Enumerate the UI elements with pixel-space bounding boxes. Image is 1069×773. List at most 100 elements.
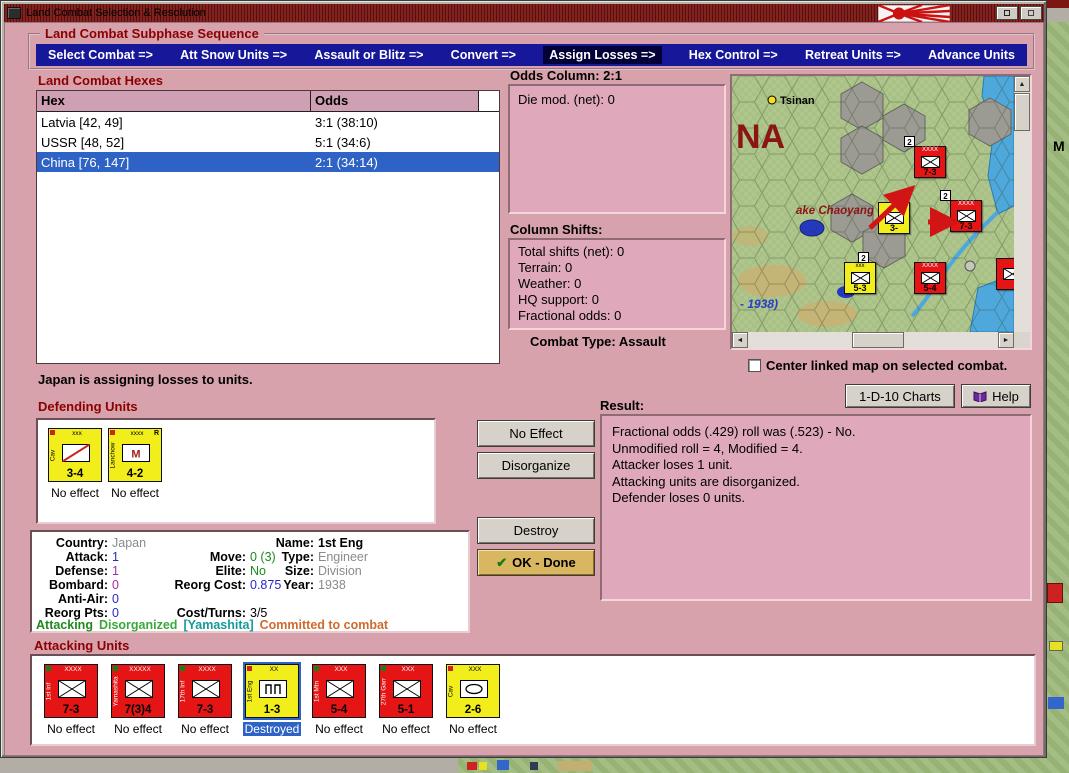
- unit-status: Destroyed: [242, 722, 302, 736]
- unit-status: No effect: [111, 486, 159, 500]
- attacking-unit-cell-selected: 1st Eng XX 1-3 Destroyed: [241, 662, 303, 736]
- dialog-content: Land Combat Subphase Sequence Select Com…: [0, 0, 1069, 773]
- anti-air-label: Anti-Air:: [58, 592, 108, 606]
- center-map-checkbox-label: Center linked map on selected combat.: [766, 358, 1008, 373]
- country-label: Country:: [55, 536, 108, 550]
- vertical-scroll-thumb[interactable]: [1014, 93, 1030, 131]
- subphase-item-assault-or-blitz[interactable]: Assault or Blitz =>: [314, 48, 423, 62]
- bombard-value: 0: [112, 578, 119, 592]
- infantry-symbol: [192, 680, 220, 698]
- unit-status: No effect: [181, 722, 229, 736]
- subphase-item-advance-units[interactable]: Advance Units: [928, 48, 1015, 62]
- year-value: 1938: [318, 578, 346, 592]
- subphase-item-assign-losses[interactable]: Assign Losses =>: [543, 46, 662, 64]
- table-row-latvia[interactable]: Latvia [42, 49] 3:1 (38:10): [37, 112, 499, 132]
- scroll-right-button[interactable]: ►: [998, 332, 1014, 348]
- screen: M Land Combat Selection & Resolution Lan…: [0, 0, 1069, 773]
- scroll-left-button[interactable]: ◄: [732, 332, 748, 348]
- attacking-unit-counter-1st-eng[interactable]: 1st Eng XX 1-3: [245, 664, 299, 718]
- attacking-unit-counter-17th-inf[interactable]: 17th Inf XXXX 7-3: [178, 664, 232, 718]
- infantry-symbol: [58, 680, 86, 698]
- combat-hexes-table: Hex Odds Latvia [42, 49] 3:1 (38:10) USS…: [36, 90, 500, 364]
- unit-status: No effect: [382, 722, 430, 736]
- table-row-china-selected[interactable]: China [76, 147] 2:1 (34:14): [37, 152, 499, 172]
- attacking-unit-cell: Yamashita XXXXX 7(3)4 No effect: [107, 662, 169, 736]
- subphase-item-retreat-units[interactable]: Retreat Units =>: [805, 48, 901, 62]
- defending-unit-counter-cav[interactable]: Cav xxx 3-4: [48, 428, 102, 482]
- attacking-unit-counter-27th-garr[interactable]: 27th Garr XXX 5-1: [379, 664, 433, 718]
- defending-unit-counter-lanchow[interactable]: R Lanchow xxxx M 4-2: [108, 428, 162, 482]
- hex-cell: Latvia [42, 49]: [41, 114, 123, 130]
- infantry-symbol: [326, 680, 354, 698]
- combat-type-label: Combat Type: Assault: [530, 334, 666, 349]
- result-line: Attacker loses 1 unit.: [612, 457, 733, 472]
- unit-size: xxx: [72, 430, 82, 437]
- help-button[interactable]: Help: [961, 384, 1031, 408]
- year-label: Year:: [283, 578, 314, 592]
- unit-status: No effect: [51, 486, 99, 500]
- charts-button[interactable]: 1-D-10 Charts: [845, 384, 955, 408]
- infantry-symbol: [393, 680, 421, 698]
- size-value: Division: [318, 564, 362, 578]
- attacking-unit-counter-cav[interactable]: Cav XXX 2-6: [446, 664, 500, 718]
- move-label: Move:: [209, 550, 246, 564]
- shift-line: Total shifts (net): 0: [518, 244, 625, 259]
- unit-status: No effect: [47, 722, 95, 736]
- defending-unit-cell: R Lanchow xxxx M 4-2 No effect: [104, 426, 166, 500]
- odds-column-title: Odds Column: 2:1: [510, 68, 622, 83]
- map-label-lake: ake Chaoyang: [796, 205, 874, 217]
- elite-label: Elite:: [215, 564, 246, 578]
- map-unit-strength: 7-3: [959, 221, 973, 231]
- center-map-checkbox[interactable]: [748, 359, 761, 372]
- subphase-item-hex-control[interactable]: Hex Control =>: [689, 48, 778, 62]
- attacking-unit-counter-yamashita[interactable]: Yamashita XXXXX 7(3)4: [111, 664, 165, 718]
- city-dot-tsinan: [767, 95, 777, 105]
- help-book-icon: [973, 391, 987, 402]
- unit-strength: 5-4: [330, 704, 348, 716]
- flag-attacking: Attacking: [36, 618, 93, 632]
- subphase-item-att-snow-units[interactable]: Att Snow Units =>: [180, 48, 287, 62]
- unit-strength: 7-3: [196, 704, 214, 716]
- map-vertical-scrollbar[interactable]: ▲ ▼: [1014, 76, 1030, 348]
- map-unit-counter[interactable]: xxx 5-3: [844, 262, 876, 294]
- subphase-item-select-combat[interactable]: Select Combat =>: [48, 48, 153, 62]
- flag-disorganized: Disorganized: [98, 618, 178, 632]
- disorganize-button-label: Disorganize: [501, 458, 571, 473]
- attacking-unit-cell: 1st Mtn XXX 5-4 No effect: [308, 662, 370, 736]
- table-row-ussr[interactable]: USSR [48, 52] 5:1 (34:6): [37, 132, 499, 152]
- linked-map[interactable]: Tsinan NA ake Chaoyang - 1938) XXXX 7-3 …: [732, 76, 1014, 332]
- subphase-item-convert[interactable]: Convert =>: [451, 48, 516, 62]
- result-line: Defender loses 0 units.: [612, 490, 745, 505]
- svg-text:M: M: [131, 449, 140, 461]
- ok-done-button[interactable]: ✔ OK - Done: [477, 549, 595, 576]
- cavalry-symbol: [62, 444, 90, 462]
- column-header-odds: Odds: [311, 91, 479, 111]
- unit-size: XXXX: [198, 666, 216, 673]
- hex-cell: China [76, 147]: [41, 154, 130, 170]
- unit-size: XXX: [401, 666, 415, 673]
- column-shifts-panel: Total shifts (net): 0 Terrain: 0 Weather…: [508, 238, 726, 330]
- map-unit-counter[interactable]: XXXX 7-3: [914, 146, 946, 178]
- assign-losses-status-line: Japan is assigning losses to units.: [38, 372, 253, 387]
- unit-status: No effect: [114, 722, 162, 736]
- map-unit-counter[interactable]: XXXX 7-3: [950, 200, 982, 232]
- map-label-city: Tsinan: [780, 95, 815, 107]
- attacking-unit-counter-1st-inf[interactable]: 1st Inf XXXX 7-3: [44, 664, 98, 718]
- map-horizontal-scrollbar[interactable]: ◄ ►: [732, 332, 1014, 348]
- result-line: Unmodified roll = 4, Modified = 4.: [612, 440, 803, 456]
- stack-badge: 2: [940, 190, 951, 201]
- scroll-up-button[interactable]: ▲: [1014, 76, 1030, 92]
- defending-units-panel: Cav xxx 3-4 No effect R Lanchow xxxx M 4…: [36, 418, 436, 524]
- map-unit-counter[interactable]: XXXX 5-4: [914, 262, 946, 294]
- attacking-unit-cell: Cav XXX 2-6 No effect: [442, 662, 504, 736]
- attacking-unit-counter-1st-mtn[interactable]: 1st Mtn XXX 5-4: [312, 664, 366, 718]
- charts-button-label: 1-D-10 Charts: [859, 388, 941, 404]
- disorganize-button[interactable]: Disorganize: [477, 452, 595, 479]
- destroy-button[interactable]: Destroy: [477, 517, 595, 544]
- map-unit-counter[interactable]: 3-: [878, 202, 910, 234]
- map-unit-counter-partial[interactable]: [996, 258, 1014, 290]
- map-label-year: - 1938): [740, 297, 778, 311]
- reorg-cost-label: Reorg Cost:: [174, 578, 246, 592]
- horizontal-scroll-thumb[interactable]: [852, 332, 904, 348]
- no-effect-button[interactable]: No Effect: [477, 420, 595, 447]
